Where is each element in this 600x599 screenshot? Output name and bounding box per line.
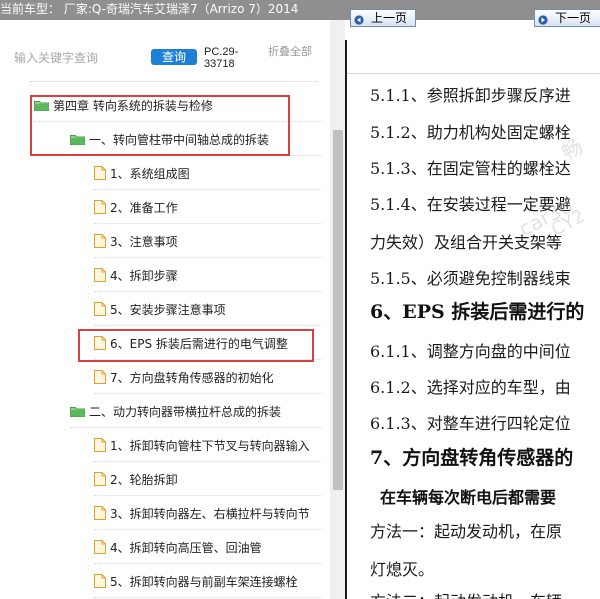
document-icon xyxy=(94,438,106,452)
tree-file-item[interactable]: 5、拆卸转向器与前副车架连接螺栓 xyxy=(94,564,322,598)
page-nav-bar xyxy=(347,40,600,74)
tree-file-item[interactable]: 2、轮胎拆卸 xyxy=(94,462,322,496)
tree-file-item[interactable]: 4、拆卸步骤 xyxy=(94,258,322,292)
toolbar-divider xyxy=(30,81,318,82)
document-icon xyxy=(94,574,106,588)
folder-open-icon xyxy=(70,406,85,417)
tree-item-label: 1、拆卸转向管柱下节叉与转向器输入 xyxy=(110,438,310,453)
tree-file-item[interactable]: 2、准备工作 xyxy=(94,190,322,224)
prev-page-label: 上一页 xyxy=(371,11,408,25)
document-icon xyxy=(94,200,106,214)
document-icon xyxy=(94,268,106,282)
doc-text-line: 灯熄灭。 xyxy=(370,560,435,579)
tree-folder-item[interactable]: 二、动力转向器带横拉杆总成的拆装 xyxy=(70,394,322,428)
tree-file-item[interactable]: 1、系统组成图 xyxy=(94,156,322,190)
document-icon xyxy=(94,472,106,486)
doc-text-line: 在车辆每次断电后都需要 xyxy=(380,488,557,507)
doc-text-line: 6.1.1、调整方向盘的中间位 xyxy=(370,342,571,361)
document-icon xyxy=(94,506,106,520)
document-icon xyxy=(94,166,106,180)
tree-item-label: 3、拆卸转向器左、右横拉杆与转向节 xyxy=(110,506,310,521)
highlight-box-eps-item xyxy=(78,329,314,362)
tree-item-label: 2、准备工作 xyxy=(110,200,178,215)
current-model-title: 当前车型： 厂家:Q-奇瑞汽车艾瑞泽7（Arrizo 7）2014 xyxy=(0,2,299,16)
document-icon xyxy=(94,370,106,384)
tree-item-label: 4、拆卸转向高压管、回油管 xyxy=(110,540,262,555)
tree-file-item[interactable]: 5、安装步骤注意事项 xyxy=(94,292,322,326)
arrow-right-icon xyxy=(538,13,548,29)
tree-file-item[interactable]: 3、注意事项 xyxy=(94,224,322,258)
tree-item-label: 1、系统组成图 xyxy=(110,166,190,181)
tree-file-item[interactable]: 3、拆卸转向器左、右横拉杆与转向节 xyxy=(94,496,322,530)
prev-page-button[interactable]: 上一页 xyxy=(350,9,416,27)
pc-code-label: PC.29-33718 xyxy=(204,46,239,70)
document-icon xyxy=(94,302,106,316)
doc-text-line: 5.1.5、必须避免控制器线束 xyxy=(370,269,571,288)
doc-text-line: 方法一：起动发动机，在原 xyxy=(370,522,563,541)
doc-text-line: 方法二：起动发动机，车辆 xyxy=(370,588,562,599)
tree-file-item[interactable]: 1、拆卸转向管柱下节叉与转向器输入 xyxy=(94,428,322,462)
tree-item-label: 2、轮胎拆卸 xyxy=(110,472,178,487)
next-page-button[interactable]: 下一页 xyxy=(534,9,600,27)
doc-text-line: 5.1.4、在安装过程一定要避 xyxy=(370,195,571,214)
tree-item-label: 5、拆卸转向器与前副车架连接螺栓 xyxy=(110,574,298,589)
collapse-all-button[interactable]: 折叠全部 xyxy=(268,46,312,58)
doc-section-heading: 7、方向盘转角传感器的 xyxy=(370,447,574,469)
search-input[interactable] xyxy=(14,48,144,68)
search-button[interactable]: 查询 xyxy=(151,49,197,65)
tree-row-divider xyxy=(94,597,322,598)
document-icon xyxy=(94,540,106,554)
doc-text-line: 力失效）及组合开关支架等 xyxy=(370,233,563,252)
arrow-left-icon xyxy=(354,13,364,29)
doc-text-line: 5.1.3、在固定管柱的螺栓达 xyxy=(370,159,571,178)
catalog-scrollbar-thumb[interactable] xyxy=(333,130,343,490)
tree-item-label: 7、方向盘转角传感器的初始化 xyxy=(110,370,274,385)
catalog-toolbar: 查询 PC.29-33718 折叠全部 xyxy=(0,20,345,82)
doc-text-line: 6.1.3、对整车进行四轮定位 xyxy=(370,414,571,433)
doc-text-line: 5.1.2、助力机构处固定螺栓 xyxy=(370,123,571,142)
tree-item-label: 二、动力转向器带横拉杆总成的拆装 xyxy=(89,404,282,419)
tree-item-label: 4、拆卸步骤 xyxy=(110,268,178,283)
window-title-bar: 当前车型： 厂家:Q-奇瑞汽车艾瑞泽7（Arrizo 7）2014 xyxy=(0,0,600,20)
doc-section-heading: 6、EPS 拆装后需进行的 xyxy=(370,301,585,323)
highlight-box-chapter xyxy=(30,95,290,156)
doc-text-line: 5.1.1、参照拆卸步骤反序进 xyxy=(370,86,571,105)
tree-item-label: 5、安装步骤注意事项 xyxy=(110,302,226,317)
tree-file-item[interactable]: 4、拆卸转向高压管、回油管 xyxy=(94,530,322,564)
tree-file-item[interactable]: 7、方向盘转角传感器的初始化 xyxy=(94,360,322,394)
doc-text-line: 6.1.2、选择对应的车型，由 xyxy=(370,378,571,397)
tree-item-label: 3、注意事项 xyxy=(110,234,178,249)
next-page-label: 下一页 xyxy=(555,11,592,25)
document-icon xyxy=(94,234,106,248)
